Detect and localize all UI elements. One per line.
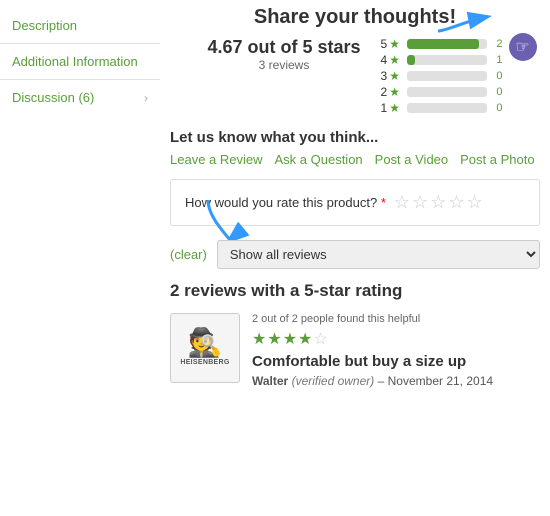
reviews-filter-select[interactable]: Show all reviews bbox=[217, 240, 540, 269]
review-star-1: ★ bbox=[252, 329, 266, 349]
main-content: Share your thoughts! 4.67 out of 5 stars… bbox=[160, 0, 550, 394]
required-indicator: * bbox=[381, 195, 386, 210]
rating-bars: ☞ 5★ 2 4★ 1 3★ 0 bbox=[381, 37, 503, 115]
bar-track-5 bbox=[407, 39, 487, 49]
review-title: Comfortable but buy a size up bbox=[252, 353, 540, 370]
sidebar-divider bbox=[0, 43, 160, 44]
star-input-3[interactable]: ☆ bbox=[430, 192, 446, 213]
sidebar: Description Additional Information Discu… bbox=[0, 0, 160, 394]
tab-ask-question[interactable]: Ask a Question bbox=[275, 152, 363, 169]
tab-post-video[interactable]: Post a Video bbox=[375, 152, 448, 169]
bar-fill-4 bbox=[407, 55, 415, 65]
helpful-text: 2 out of 2 people found this helpful bbox=[252, 313, 540, 325]
review-star-4: ★ bbox=[298, 329, 312, 349]
sidebar-item-description[interactable]: Description bbox=[0, 10, 160, 41]
star-input-4[interactable]: ☆ bbox=[448, 192, 464, 213]
rating-section: 4.67 out of 5 stars 3 reviews ☞ bbox=[170, 37, 540, 115]
bar-row-2: 2★ 0 bbox=[381, 85, 503, 99]
bar-count-3: 0 bbox=[491, 70, 503, 82]
star-rating-input[interactable]: ☆ ☆ ☆ ☆ ☆ bbox=[394, 192, 483, 213]
bar-track-3 bbox=[407, 71, 487, 81]
overall-rating: 4.67 out of 5 stars 3 reviews bbox=[207, 37, 360, 72]
bar-track-1 bbox=[407, 103, 487, 113]
avatar-image: 🕵️ bbox=[188, 329, 223, 357]
verified-badge: (verified owner) bbox=[292, 374, 375, 388]
blue-arrow-down-icon bbox=[200, 198, 250, 246]
bar-fill-5 bbox=[407, 39, 479, 49]
bar-row-3: 3★ 0 bbox=[381, 69, 503, 83]
star-filled-icon: ★ bbox=[389, 53, 400, 67]
reviewer-meta: Walter (verified owner) – November 21, 2… bbox=[252, 374, 540, 388]
star-input-2[interactable]: ☆ bbox=[412, 192, 428, 213]
review-star-2: ★ bbox=[267, 329, 281, 349]
sidebar-item-additional-info[interactable]: Additional Information bbox=[0, 46, 160, 77]
filter-result-header: 2 reviews with a 5-star rating bbox=[170, 281, 540, 301]
star-filled-icon: ★ bbox=[389, 85, 400, 99]
filter-row: (clear) Show all reviews bbox=[170, 240, 540, 269]
bar-row-5: 5★ 2 bbox=[381, 37, 503, 51]
sidebar-item-discussion[interactable]: Discussion (6) › bbox=[0, 82, 160, 113]
reviewer-name: Walter bbox=[252, 374, 288, 388]
clear-filter-link[interactable]: (clear) bbox=[170, 247, 207, 262]
review-date-separator: – bbox=[378, 374, 388, 388]
chevron-right-icon: › bbox=[144, 91, 148, 105]
review-star-3: ★ bbox=[283, 329, 297, 349]
bar-row-4: 4★ 1 bbox=[381, 53, 503, 67]
bar-count-4: 1 bbox=[491, 54, 503, 66]
blue-arrow-right-icon bbox=[436, 7, 496, 35]
let-us-know-header: Let us know what you think... bbox=[170, 129, 540, 146]
star-filled-icon: ★ bbox=[389, 101, 400, 115]
star-filled-icon: ★ bbox=[389, 69, 400, 83]
bar-count-5: 2 bbox=[491, 38, 503, 50]
rating-value: 4.67 out of 5 stars bbox=[207, 37, 360, 58]
review-content: 2 out of 2 people found this helpful ★ ★… bbox=[252, 313, 540, 388]
review-stars: ★ ★ ★ ★ ☆ bbox=[252, 329, 540, 349]
filter-container: (clear) Show all reviews bbox=[170, 240, 540, 269]
sidebar-divider-2 bbox=[0, 79, 160, 80]
review-star-5-empty: ☆ bbox=[313, 329, 327, 349]
review-card: 🕵️ HEISENBERG 2 out of 2 people found th… bbox=[170, 313, 540, 388]
tab-leave-review[interactable]: Leave a Review bbox=[170, 152, 263, 169]
star-input-1[interactable]: ☆ bbox=[394, 192, 410, 213]
tab-row: Leave a Review Ask a Question Post a Vid… bbox=[170, 152, 540, 169]
bar-row-1: 1★ 0 bbox=[381, 101, 503, 115]
review-count: 3 reviews bbox=[207, 58, 360, 72]
bar-count-2: 0 bbox=[491, 86, 503, 98]
bar-count-1: 0 bbox=[491, 102, 503, 114]
star-filled-icon: ★ bbox=[389, 37, 400, 51]
reviewer-avatar: 🕵️ HEISENBERG bbox=[170, 313, 240, 383]
avatar-label: HEISENBERG bbox=[180, 359, 229, 367]
bar-track-2 bbox=[407, 87, 487, 97]
cursor-circle: ☞ bbox=[509, 33, 537, 61]
star-input-5[interactable]: ☆ bbox=[466, 192, 482, 213]
bar-track-4 bbox=[407, 55, 487, 65]
tab-post-photo[interactable]: Post a Photo bbox=[460, 152, 534, 169]
review-date: November 21, 2014 bbox=[388, 374, 493, 388]
hand-cursor-icon: ☞ bbox=[515, 37, 529, 57]
